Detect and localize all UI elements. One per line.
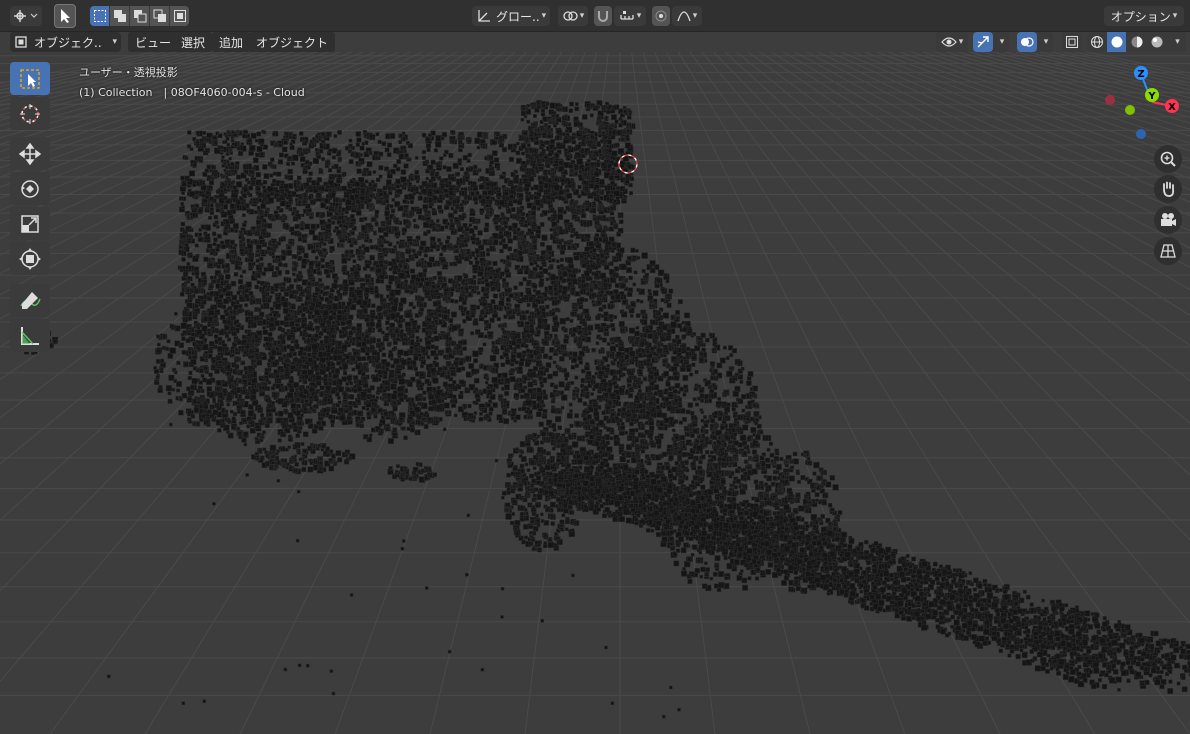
wireframe-shading-icon[interactable] xyxy=(1087,32,1107,52)
options-dropdown[interactable]: オプション ▾ xyxy=(1104,6,1184,26)
chevron-down-icon: ▾ xyxy=(999,37,1005,47)
mode-dropdown[interactable]: オブジェク.. ▾ xyxy=(10,32,121,52)
zoom-button[interactable] xyxy=(1154,145,1182,173)
overlays-icon xyxy=(1021,37,1034,47)
neg-z-axis-handle[interactable] xyxy=(1136,129,1146,139)
editor-type-button[interactable] xyxy=(10,6,42,26)
xray-toggle[interactable] xyxy=(1062,32,1082,52)
visibility-dropdown[interactable]: ▾ xyxy=(936,32,968,52)
xray-icon xyxy=(1066,36,1078,48)
gizmo-toggle[interactable] xyxy=(973,32,993,52)
cursor-arrow-icon xyxy=(61,9,70,23)
annotate-icon xyxy=(20,291,41,309)
gizmo-arrows-icon xyxy=(977,36,989,48)
neg-y-axis-handle[interactable] xyxy=(1125,105,1135,115)
orientation-axes-icon xyxy=(478,10,490,22)
camera-view-button[interactable] xyxy=(1154,206,1182,234)
ortho-grid-icon xyxy=(1160,244,1176,258)
rotate-tool[interactable] xyxy=(10,172,50,205)
intersect-selection-icon[interactable] xyxy=(170,6,189,26)
proportional-falloff-dropdown[interactable]: ▾ xyxy=(672,6,702,26)
solid-shading-icon[interactable] xyxy=(1107,32,1127,52)
menu-object[interactable]: オブジェクト xyxy=(249,32,336,52)
chevron-down-icon: ▾ xyxy=(1043,37,1049,47)
pivot-icon xyxy=(563,11,578,21)
selection-mode-group xyxy=(90,6,189,26)
transform-orientation-label: グロー.. xyxy=(496,9,540,24)
chevron-down-icon: ▾ xyxy=(692,11,698,21)
viewport-scene xyxy=(0,52,1190,734)
menu-select[interactable]: 選択 xyxy=(174,32,213,52)
axis-gizmo[interactable]: X Y Z xyxy=(1100,62,1190,142)
x-axis-label: X xyxy=(1168,102,1176,113)
y-axis-label: Y xyxy=(1147,91,1156,102)
material-shading-icon[interactable] xyxy=(1127,32,1147,52)
point-cloud[interactable] xyxy=(17,99,1190,719)
pan-button[interactable] xyxy=(1154,175,1182,203)
overlays-toggle[interactable] xyxy=(1017,32,1037,52)
snap-target-dropdown[interactable]: ▾ xyxy=(614,6,646,26)
extend-selection-icon[interactable] xyxy=(110,6,130,26)
camera-icon xyxy=(1161,213,1176,226)
falloff-curve-icon xyxy=(677,11,691,22)
select-box-tool[interactable] xyxy=(10,62,50,95)
annotate-tool[interactable] xyxy=(10,284,50,317)
editor-type-icon xyxy=(14,10,38,22)
shading-dropdown[interactable]: ▾ xyxy=(1167,32,1186,52)
move-tool[interactable] xyxy=(10,137,50,170)
set-new-selection-icon[interactable] xyxy=(90,6,110,26)
measure-icon xyxy=(21,326,39,345)
transform-orientation-dropdown[interactable]: グロー.. ▾ xyxy=(472,6,550,26)
rotate-icon xyxy=(21,179,39,198)
proportional-editing-toggle[interactable] xyxy=(652,6,670,26)
chevron-down-icon: ▾ xyxy=(1172,11,1178,21)
cursor-tool[interactable] xyxy=(10,97,50,130)
proportional-dot-icon xyxy=(655,10,667,22)
chevron-down-icon: ▾ xyxy=(636,11,642,21)
chevron-down-icon: ▾ xyxy=(541,11,547,21)
neg-x-axis-handle[interactable] xyxy=(1105,95,1115,105)
eye-icon xyxy=(940,37,957,47)
ortho-toggle-button[interactable] xyxy=(1154,237,1182,265)
gizmo-dropdown[interactable]: ▾ xyxy=(993,32,1009,52)
overlays-dropdown[interactable]: ▾ xyxy=(1037,32,1053,52)
z-axis-label: Z xyxy=(1137,69,1144,80)
object-info: (1) Collection | 08OF4060-004-s - Cloud xyxy=(79,86,305,99)
snap-increment-icon xyxy=(620,11,634,20)
subtract-selection-icon[interactable] xyxy=(130,6,150,26)
transform-tool[interactable] xyxy=(10,242,50,275)
chevron-down-icon: ▾ xyxy=(579,11,585,21)
magnet-icon xyxy=(598,11,608,22)
view-label: ユーザー・透視投影 xyxy=(79,66,178,79)
scale-tool[interactable] xyxy=(10,207,50,240)
invert-selection-icon[interactable] xyxy=(150,6,170,26)
rendered-shading-icon[interactable] xyxy=(1147,32,1167,52)
chevron-down-icon: ▾ xyxy=(958,37,964,47)
chevron-down-icon: ▾ xyxy=(112,37,117,47)
move-icon xyxy=(18,142,42,165)
measure-tool[interactable] xyxy=(10,319,50,352)
options-label: オプション xyxy=(1110,9,1171,24)
pan-hand-icon xyxy=(1163,181,1175,197)
shading-mode-group: ▾ xyxy=(1087,32,1186,52)
transform-icon xyxy=(19,247,41,270)
pivot-point-dropdown[interactable]: ▾ xyxy=(558,6,588,26)
3d-viewport[interactable] xyxy=(0,52,1190,734)
scale-icon xyxy=(21,214,39,233)
zoom-icon xyxy=(1160,151,1176,167)
snap-toggle[interactable] xyxy=(594,6,612,26)
cursor-icon xyxy=(20,103,40,124)
menu-add[interactable]: 追加 xyxy=(212,32,251,52)
select-mode-button[interactable] xyxy=(54,4,76,28)
menu-view[interactable]: ビュー xyxy=(128,32,179,52)
object-mode-icon xyxy=(15,36,27,48)
select-box-icon xyxy=(20,68,40,89)
mode-label: オブジェク.. xyxy=(34,35,102,50)
